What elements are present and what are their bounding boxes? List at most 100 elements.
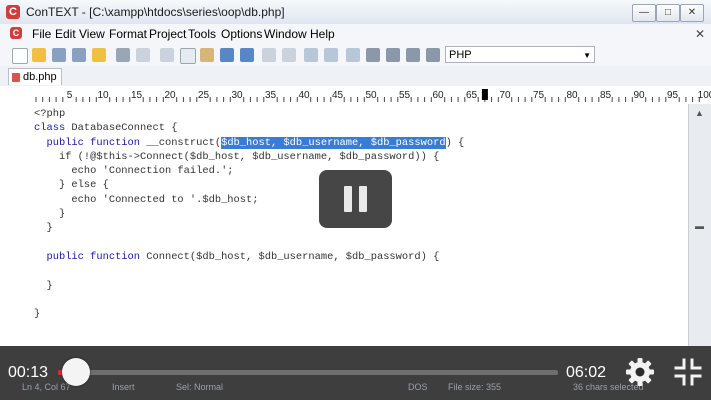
status-mode: Insert [112, 382, 135, 392]
seek-bar[interactable] [58, 370, 558, 375]
settings-gear-icon[interactable] [624, 356, 656, 388]
duration: 06:02 [566, 364, 607, 381]
user-command-1-icon[interactable] [366, 48, 380, 62]
undo-icon[interactable] [220, 48, 234, 62]
ruler-label: 55 [399, 90, 411, 101]
ruler-label: 40 [298, 90, 310, 101]
tab-label: db.php [23, 71, 57, 83]
ruler-label: 65 [466, 90, 478, 101]
scroll-up-icon[interactable]: ▲ [695, 108, 704, 118]
php-file-icon [12, 73, 20, 82]
status-file-size: File size: 355 [448, 382, 502, 392]
editor-gutter [0, 104, 30, 346]
ruler-label: 70 [499, 90, 511, 101]
minimize-button[interactable]: — [632, 4, 656, 22]
document-close-icon[interactable]: ✕ [695, 27, 705, 41]
scroll-marker-icon: ▬ [695, 221, 704, 231]
menu-view[interactable]: View [79, 27, 105, 41]
ruler-label: 5 [67, 90, 73, 101]
save-icon[interactable] [52, 48, 66, 62]
code-line-7: echo 'Connected to '.$db_host; [71, 193, 259, 206]
ruler-label: 25 [198, 90, 210, 101]
ruler-cursor-marker [481, 89, 488, 100]
status-position: Ln 4, Col 67 [22, 382, 71, 392]
user-command-3-icon[interactable] [406, 48, 420, 62]
copy-icon[interactable] [180, 48, 196, 64]
folder-icon[interactable] [92, 48, 106, 62]
language-select-value: PHP [449, 49, 472, 61]
title-bar: C ConTEXT - [C:\xampp\htdocs\series\oop\… [0, 0, 711, 25]
code-line-3: public function __construct($db_host, $d… [46, 136, 465, 149]
ruler-label: 75 [533, 90, 545, 101]
redo-icon[interactable] [240, 48, 254, 62]
ruler-label: 100 [698, 90, 711, 101]
current-time: 00:13 [8, 364, 49, 381]
tab-db-php[interactable]: db.php [8, 68, 62, 85]
code-line-11: } [46, 279, 53, 292]
menu-options[interactable]: Options [221, 27, 262, 41]
menu-window[interactable]: Window [264, 27, 307, 41]
user-command-2-icon[interactable] [386, 48, 400, 62]
code-line-8: } [58, 208, 66, 221]
status-selection-mode: Sel: Normal [176, 382, 224, 392]
menu-tools[interactable]: Tools [188, 27, 216, 41]
ruler-label: 60 [432, 90, 444, 101]
fullscreen-exit-icon[interactable] [672, 356, 704, 388]
ruler-label: 30 [231, 90, 243, 101]
code-line-2: class DatabaseConnect { [34, 122, 178, 135]
window-title: ConTEXT - [C:\xampp\htdocs\series\oop\db… [26, 5, 285, 19]
tab-bar: db.php [0, 66, 711, 87]
menu-project[interactable]: Project [149, 27, 186, 41]
menu-edit[interactable]: Edit [55, 27, 76, 41]
ruler-label: 90 [633, 90, 645, 101]
menu-file[interactable]: File [32, 27, 51, 41]
cut-icon[interactable] [160, 48, 174, 62]
vertical-scrollbar[interactable]: ▲ ▬ [688, 104, 711, 346]
menu-help[interactable]: Help [310, 27, 335, 41]
toolbar [0, 44, 711, 67]
goto-icon[interactable] [324, 48, 338, 62]
user-command-4-icon[interactable] [426, 48, 440, 62]
ruler-label: 35 [265, 90, 277, 101]
bookmark-icon[interactable] [346, 48, 360, 62]
status-format: DOS [408, 382, 428, 392]
ruler-label: 85 [600, 90, 612, 101]
maximize-button[interactable]: □ [656, 4, 680, 22]
language-select[interactable]: PHP ▼ [445, 46, 595, 63]
save-all-icon[interactable] [72, 48, 86, 62]
seek-thumb[interactable] [62, 358, 90, 386]
code-line-10: public function Connect($db_host, $db_us… [46, 250, 440, 263]
menu-bar: C File Edit View Format Project Tools Op… [0, 24, 711, 44]
replace-icon[interactable] [304, 48, 318, 62]
ruler-label: 45 [332, 90, 344, 101]
code-line-4: if (!@$this->Connect($db_host, $db_usern… [58, 150, 440, 163]
ruler-scale: 5 10 15 20 25 30 35 40 45 50 55 60 65 70 75 80 85 90 95 100 [35, 89, 711, 102]
pause-icon-bar [359, 186, 367, 212]
find-next-icon[interactable] [282, 48, 296, 62]
print-preview-icon[interactable] [136, 48, 150, 62]
ruler-label: 80 [566, 90, 578, 101]
document-icon: C [10, 27, 22, 39]
print-icon[interactable] [116, 48, 130, 62]
code-line-5: echo 'Connection failed.'; [71, 165, 234, 178]
selected-text: $db_host, $db_username, $db_password [221, 136, 446, 149]
code-line-1: <?php [34, 108, 66, 120]
code-line-6: } else { [58, 179, 109, 192]
pause-button[interactable] [319, 170, 392, 228]
close-button[interactable]: ✕ [680, 4, 704, 22]
menu-format[interactable]: Format [109, 27, 147, 41]
find-icon[interactable] [262, 48, 276, 62]
ruler-label: 10 [97, 90, 109, 101]
ruler-label: 50 [365, 90, 377, 101]
ruler: 5 10 15 20 25 30 35 40 45 50 55 60 65 70 75 80 85 90 95 100 [0, 86, 711, 105]
ruler-label: 95 [667, 90, 679, 101]
fold-markers [0, 104, 30, 346]
code-line-9: } [46, 222, 53, 235]
open-folder-icon[interactable] [32, 48, 46, 62]
code-view[interactable]: <?php class DatabaseConnect { public fun… [34, 107, 464, 321]
ruler-label: 20 [164, 90, 176, 101]
app-icon: C [6, 5, 20, 19]
paste-icon[interactable] [200, 48, 214, 62]
new-file-icon[interactable] [12, 48, 28, 64]
code-line-12: } [34, 308, 41, 321]
